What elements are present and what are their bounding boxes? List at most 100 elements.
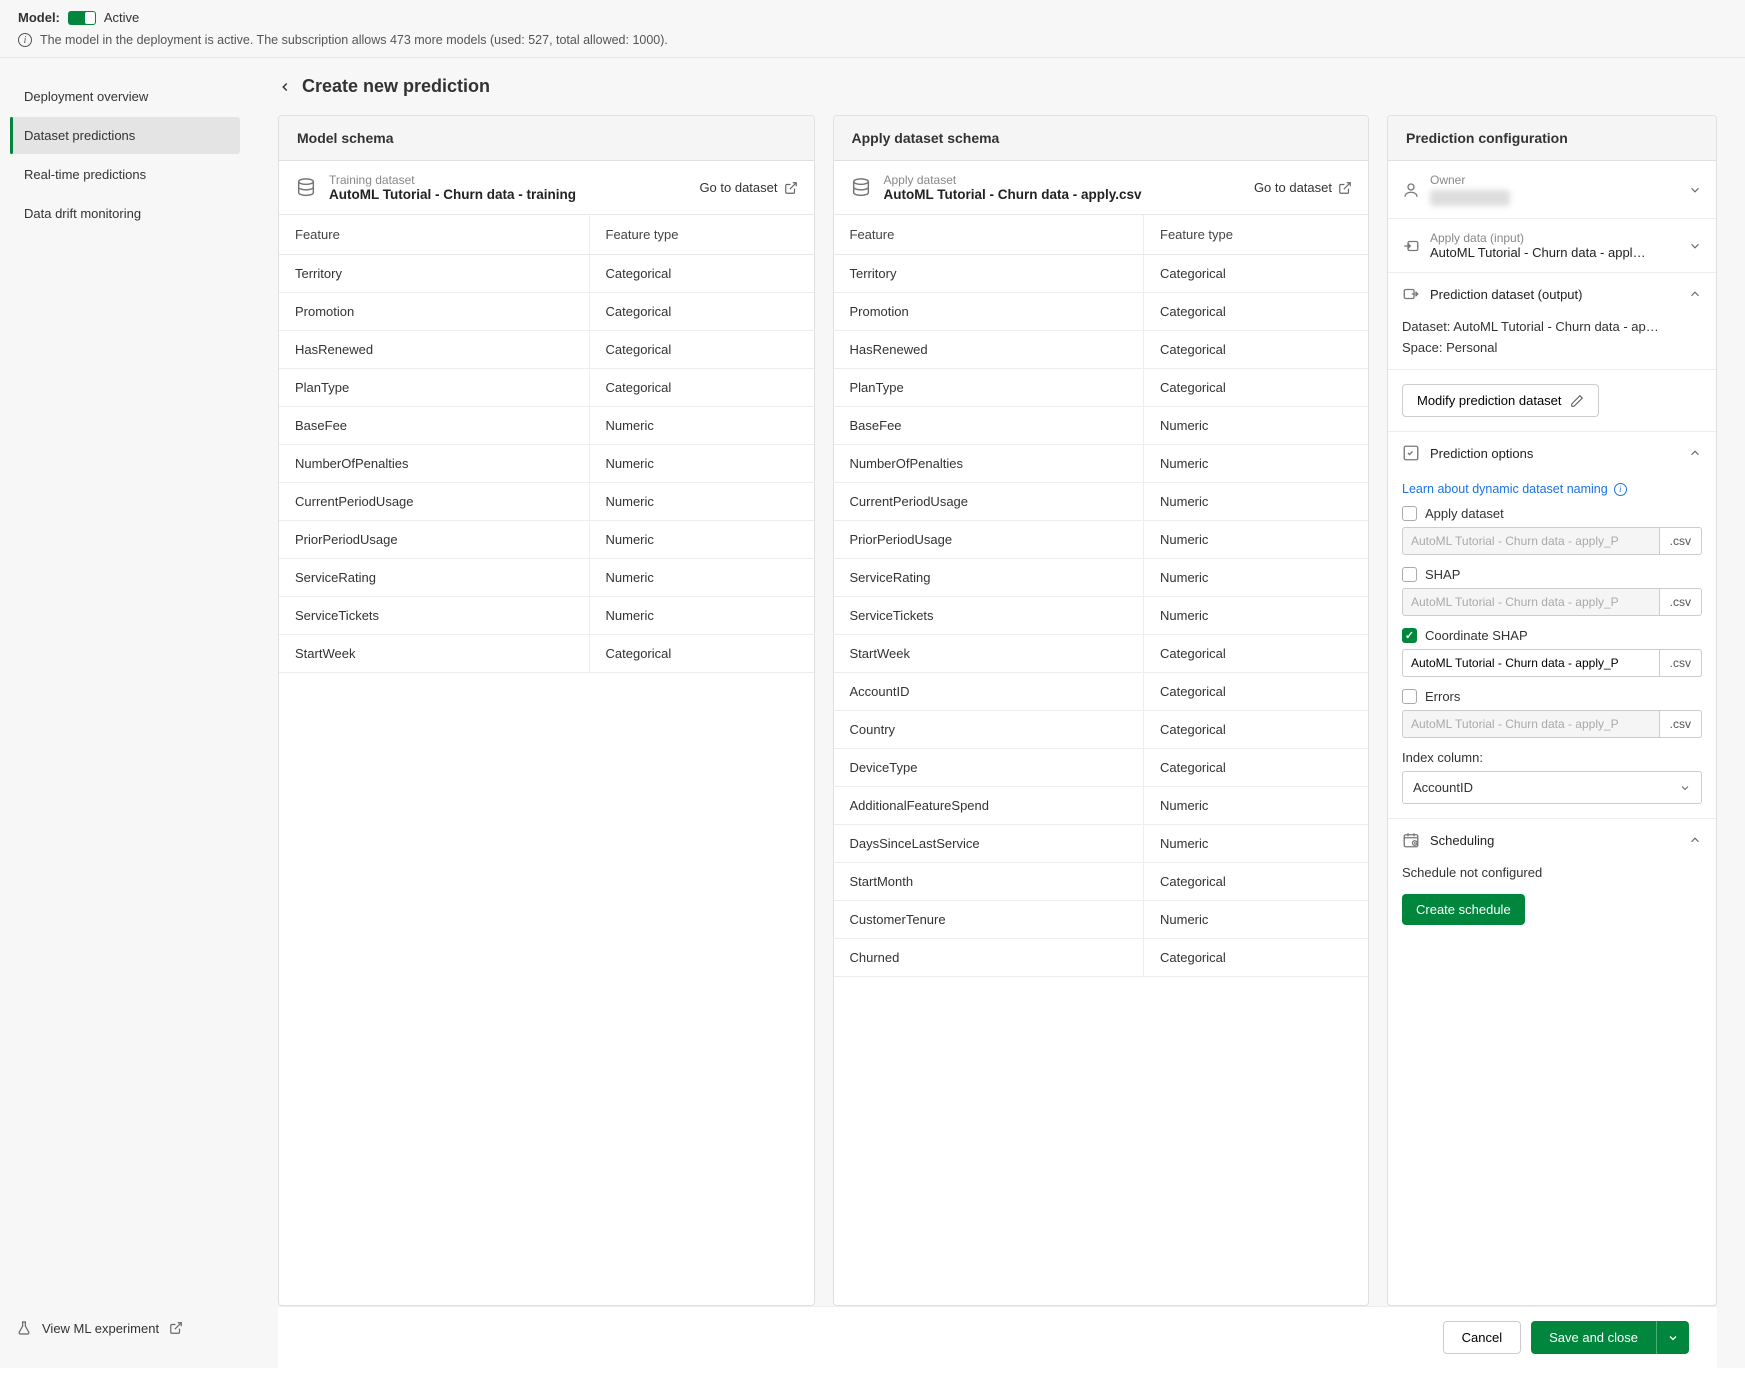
- col-feature: Feature: [834, 215, 1144, 255]
- feature-type-cell: Numeric: [589, 521, 814, 559]
- chevron-down-icon[interactable]: [1688, 239, 1702, 253]
- feature-cell: NumberOfPenalties: [834, 445, 1144, 483]
- save-and-close-button[interactable]: Save and close: [1531, 1321, 1656, 1354]
- page-title: Create new prediction: [302, 76, 490, 97]
- feature-type-cell: Numeric: [589, 559, 814, 597]
- chevron-up-icon[interactable]: [1688, 446, 1702, 460]
- chevron-down-icon: [1667, 1332, 1679, 1344]
- feature-cell: BaseFee: [279, 407, 589, 445]
- model-active-toggle[interactable]: [68, 11, 96, 25]
- create-schedule-button[interactable]: Create schedule: [1402, 894, 1525, 925]
- table-row: PriorPeriodUsageNumeric: [834, 521, 1369, 559]
- feature-cell: PlanType: [834, 369, 1144, 407]
- goto-apply-dataset-link[interactable]: Go to dataset: [1254, 180, 1352, 195]
- scheduling-row[interactable]: Scheduling: [1388, 819, 1716, 861]
- csv-ext: .csv: [1660, 649, 1702, 677]
- back-chevron-icon[interactable]: [278, 80, 292, 94]
- goto-training-dataset-link[interactable]: Go to dataset: [699, 180, 797, 195]
- feature-type-cell: Numeric: [1144, 559, 1369, 597]
- prediction-output-row[interactable]: Prediction dataset (output): [1388, 273, 1716, 315]
- errors-filename-input: [1402, 710, 1660, 738]
- chevron-down-icon[interactable]: [1688, 183, 1702, 197]
- cancel-button[interactable]: Cancel: [1443, 1321, 1521, 1354]
- feature-type-cell: Categorical: [1144, 711, 1369, 749]
- view-ml-experiment-link[interactable]: View ML experiment: [10, 1308, 240, 1348]
- table-row: CountryCategorical: [834, 711, 1369, 749]
- scheduling-label: Scheduling: [1430, 833, 1678, 848]
- sidebar-item-deployment-overview[interactable]: Deployment overview: [10, 78, 240, 115]
- table-row: CurrentPeriodUsageNumeric: [279, 483, 814, 521]
- feature-cell: StartWeek: [834, 635, 1144, 673]
- database-icon: [295, 177, 317, 199]
- apply-dataset-checkbox[interactable]: [1402, 506, 1417, 521]
- feature-type-cell: Categorical: [589, 255, 814, 293]
- feature-type-cell: Categorical: [1144, 369, 1369, 407]
- table-row: StartWeekCategorical: [279, 635, 814, 673]
- table-row: StartMonthCategorical: [834, 863, 1369, 901]
- chevron-up-icon[interactable]: [1688, 833, 1702, 847]
- feature-cell: ServiceTickets: [834, 597, 1144, 635]
- feature-cell: ServiceRating: [279, 559, 589, 597]
- feature-type-cell: Numeric: [589, 445, 814, 483]
- shap-checkbox[interactable]: [1402, 567, 1417, 582]
- feature-type-cell: Categorical: [589, 293, 814, 331]
- save-dropdown-button[interactable]: [1656, 1321, 1689, 1354]
- feature-cell: HasRenewed: [834, 331, 1144, 369]
- save-label: Save and close: [1549, 1330, 1638, 1345]
- apply-data-value: AutoML Tutorial - Churn data - appl…: [1430, 245, 1678, 260]
- model-label: Model:: [18, 10, 60, 25]
- learn-dynamic-naming-link[interactable]: Learn about dynamic dataset naming i: [1402, 482, 1627, 496]
- feature-cell: CurrentPeriodUsage: [279, 483, 589, 521]
- table-row: DeviceTypeCategorical: [834, 749, 1369, 787]
- prediction-config-title: Prediction configuration: [1388, 116, 1716, 161]
- coordinate-shap-checkbox[interactable]: [1402, 628, 1417, 643]
- sidebar: Deployment overview Dataset predictions …: [0, 58, 250, 1368]
- feature-cell: Promotion: [279, 293, 589, 331]
- feature-cell: CurrentPeriodUsage: [834, 483, 1144, 521]
- checklist-icon: [1402, 444, 1420, 462]
- feature-cell: PriorPeriodUsage: [834, 521, 1144, 559]
- apply-data-label: Apply data (input): [1430, 231, 1678, 245]
- flask-icon: [16, 1320, 32, 1336]
- table-row: StartWeekCategorical: [834, 635, 1369, 673]
- output-dataset-line: Dataset: AutoML Tutorial - Churn data - …: [1402, 315, 1702, 338]
- model-schema-panel: Model schema Training dataset AutoML Tut…: [278, 115, 815, 1306]
- index-column-select[interactable]: AccountID: [1402, 771, 1702, 804]
- table-row: BaseFeeNumeric: [834, 407, 1369, 445]
- chevron-down-icon: [1679, 782, 1691, 794]
- feature-type-cell: Categorical: [1144, 293, 1369, 331]
- owner-value-redacted: [1430, 190, 1510, 206]
- table-row: CurrentPeriodUsageNumeric: [834, 483, 1369, 521]
- apply-data-row[interactable]: Apply data (input) AutoML Tutorial - Chu…: [1388, 219, 1716, 272]
- modify-prediction-dataset-button[interactable]: Modify prediction dataset: [1402, 384, 1599, 417]
- external-link-icon: [169, 1321, 183, 1335]
- output-icon: [1402, 285, 1420, 303]
- feature-type-cell: Numeric: [1144, 445, 1369, 483]
- sidebar-item-dataset-predictions[interactable]: Dataset predictions: [10, 117, 240, 154]
- csv-ext: .csv: [1660, 527, 1702, 555]
- feature-type-cell: Categorical: [1144, 939, 1369, 977]
- apply-schema-panel: Apply dataset schema Apply dataset AutoM…: [833, 115, 1370, 1306]
- chevron-up-icon[interactable]: [1688, 287, 1702, 301]
- sidebar-item-realtime-predictions[interactable]: Real-time predictions: [10, 156, 240, 193]
- owner-row[interactable]: Owner: [1388, 161, 1716, 218]
- prediction-options-row[interactable]: Prediction options: [1388, 432, 1716, 474]
- table-row: PriorPeriodUsageNumeric: [279, 521, 814, 559]
- modify-btn-label: Modify prediction dataset: [1417, 393, 1562, 408]
- info-icon: i: [18, 33, 32, 47]
- schedule-status-text: Schedule not configured: [1402, 861, 1702, 894]
- prediction-options-label: Prediction options: [1430, 446, 1678, 461]
- feature-type-cell: Categorical: [1144, 863, 1369, 901]
- prediction-config-panel: Prediction configuration Owner: [1387, 115, 1717, 1306]
- coordinate-shap-filename-input[interactable]: [1402, 649, 1660, 677]
- errors-checkbox[interactable]: [1402, 689, 1417, 704]
- prediction-output-label: Prediction dataset (output): [1430, 287, 1678, 302]
- feature-cell: Churned: [834, 939, 1144, 977]
- table-row: ServiceRatingNumeric: [834, 559, 1369, 597]
- feature-type-cell: Numeric: [1144, 597, 1369, 635]
- table-row: ServiceRatingNumeric: [279, 559, 814, 597]
- sidebar-item-data-drift-monitoring[interactable]: Data drift monitoring: [10, 195, 240, 232]
- table-row: PromotionCategorical: [834, 293, 1369, 331]
- feature-cell: ServiceTickets: [279, 597, 589, 635]
- feature-type-cell: Numeric: [1144, 901, 1369, 939]
